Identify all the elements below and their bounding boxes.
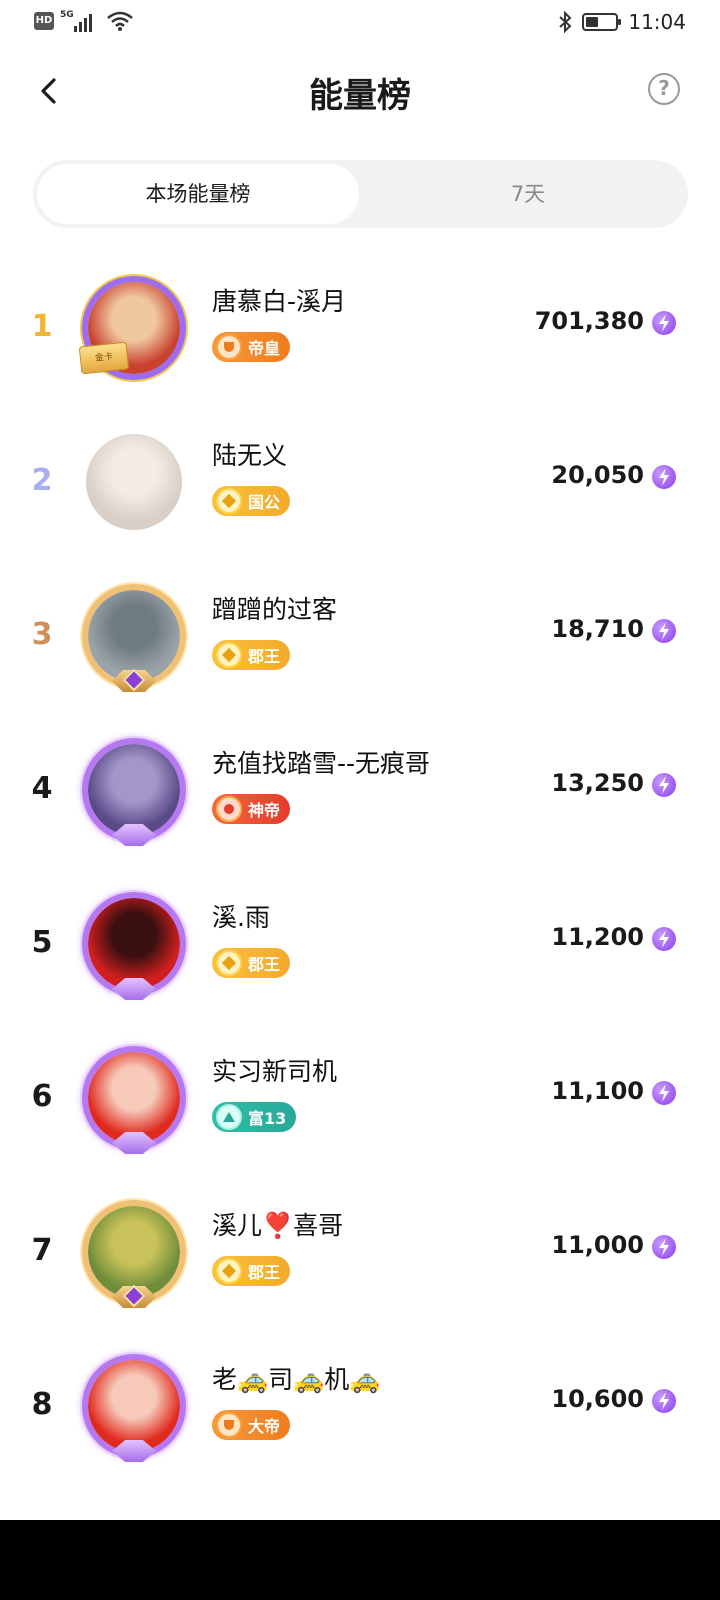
avatar-image <box>86 434 182 530</box>
level-badge-icon <box>216 796 242 822</box>
help-button[interactable]: ? <box>648 73 680 105</box>
gold-card-badge: 金卡 <box>78 341 130 375</box>
tab-current-session[interactable]: 本场能量榜 <box>37 164 359 224</box>
tab-7-days[interactable]: 7天 <box>373 164 683 224</box>
system-nav-bar <box>0 1520 720 1600</box>
user-name[interactable]: 陆无义 <box>212 436 287 472</box>
ranking-row[interactable]: 2 陆无义 国公 20,050 <box>0 414 720 568</box>
lightning-icon <box>652 927 676 951</box>
lightning-icon <box>652 311 676 335</box>
lightning-icon <box>652 773 676 797</box>
avatar[interactable] <box>78 1350 190 1462</box>
ranking-row[interactable]: 5 溪.雨 郡王 11,200 <box>0 876 720 1030</box>
rank-number: 2 <box>31 463 53 498</box>
user-name[interactable]: 溪儿❣️喜哥 <box>212 1206 343 1242</box>
rank-number: 8 <box>31 1387 53 1422</box>
user-name[interactable]: 实习新司机 <box>212 1052 337 1088</box>
level-badge: 郡王 <box>212 640 291 670</box>
user-name[interactable]: 蹭蹭的过客 <box>212 590 337 626</box>
rank-number: 1 <box>31 309 53 344</box>
energy-score: 11,100 <box>551 1077 644 1105</box>
lightning-icon <box>652 1389 676 1413</box>
level-badge-label: 郡王 <box>248 1263 281 1282</box>
rank-number: 4 <box>31 771 53 806</box>
level-badge-label: 帝皇 <box>248 339 281 358</box>
header: 能量榜 ? <box>0 60 720 122</box>
signal-icon: 5G <box>60 10 100 32</box>
level-badge-icon <box>216 334 242 360</box>
status-time: 11:04 <box>628 10 686 34</box>
energy-score: 11,200 <box>551 923 644 951</box>
user-name[interactable]: 唐慕白-溪月 <box>212 282 346 318</box>
energy-score: 13,250 <box>551 769 644 797</box>
level-badge-label: 神帝 <box>248 801 281 820</box>
ranking-row[interactable]: 8 老🚕司🚕机🚕 大帝 10,600 <box>0 1338 720 1492</box>
level-badge: 郡王 <box>212 1256 291 1286</box>
avatar[interactable] <box>78 1196 190 1308</box>
lightning-icon <box>652 1081 676 1105</box>
user-name[interactable]: 充值找踏雪--无痕哥 <box>212 744 430 780</box>
lightning-icon <box>652 465 676 489</box>
rank-number: 5 <box>31 925 53 960</box>
ranking-list: 1 金卡 唐慕白-溪月 帝皇 701,380 2 陆无义 国公 20,050 3… <box>0 260 720 1492</box>
avatar[interactable] <box>78 888 190 1000</box>
energy-score: 10,600 <box>551 1385 644 1413</box>
level-badge-icon <box>216 1258 242 1284</box>
level-badge: 神帝 <box>212 794 291 824</box>
ranking-row[interactable]: 3 蹭蹭的过客 郡王 18,710 <box>0 568 720 722</box>
level-badge-icon <box>216 488 242 514</box>
level-badge: 富13 <box>212 1102 297 1132</box>
tab-bar: 本场能量榜 7天 <box>33 160 688 228</box>
avatar[interactable] <box>78 1042 190 1154</box>
page-title: 能量榜 <box>309 76 411 116</box>
energy-score: 11,000 <box>551 1231 644 1259</box>
ranking-row[interactable]: 6 实习新司机 富13 11,100 <box>0 1030 720 1184</box>
level-badge-icon <box>216 1104 242 1130</box>
energy-score: 701,380 <box>534 307 644 335</box>
level-badge-icon <box>216 642 242 668</box>
energy-score: 18,710 <box>551 615 644 643</box>
user-name[interactable]: 老🚕司🚕机🚕 <box>212 1360 380 1396</box>
status-right: 11:04 <box>558 10 686 34</box>
level-badge-label: 郡王 <box>248 955 281 974</box>
level-badge: 帝皇 <box>212 332 291 362</box>
status-bar: HD 5G 11:04 <box>0 0 720 44</box>
level-badge-label: 大帝 <box>248 1417 281 1436</box>
rank-number: 6 <box>31 1079 53 1114</box>
level-badge-label: 富13 <box>248 1109 287 1128</box>
level-badge: 大帝 <box>212 1410 291 1440</box>
avatar[interactable] <box>78 734 190 846</box>
network-type: 5G <box>60 10 74 20</box>
user-name[interactable]: 溪.雨 <box>212 898 270 934</box>
wifi-icon <box>107 11 133 31</box>
level-badge-label: 国公 <box>248 493 281 512</box>
rank-number: 3 <box>31 617 53 652</box>
energy-score: 20,050 <box>551 461 644 489</box>
level-badge-icon <box>216 1412 242 1438</box>
level-badge: 国公 <box>212 486 291 516</box>
avatar[interactable] <box>78 426 190 538</box>
lightning-icon <box>652 619 676 643</box>
level-badge: 郡王 <box>212 948 291 978</box>
level-badge-icon <box>216 950 242 976</box>
avatar[interactable] <box>78 580 190 692</box>
hd-icon: HD <box>34 12 54 30</box>
status-left: HD 5G <box>34 10 134 32</box>
rank-number: 7 <box>31 1233 53 1268</box>
lightning-icon <box>652 1235 676 1259</box>
avatar[interactable]: 金卡 <box>78 272 190 384</box>
level-badge-label: 郡王 <box>248 647 281 666</box>
bluetooth-icon <box>559 11 572 33</box>
ranking-row[interactable]: 7 溪儿❣️喜哥 郡王 11,000 <box>0 1184 720 1338</box>
ranking-row[interactable]: 4 充值找踏雪--无痕哥 神帝 13,250 <box>0 722 720 876</box>
ranking-row[interactable]: 1 金卡 唐慕白-溪月 帝皇 701,380 <box>0 260 720 414</box>
battery-icon <box>582 13 622 31</box>
